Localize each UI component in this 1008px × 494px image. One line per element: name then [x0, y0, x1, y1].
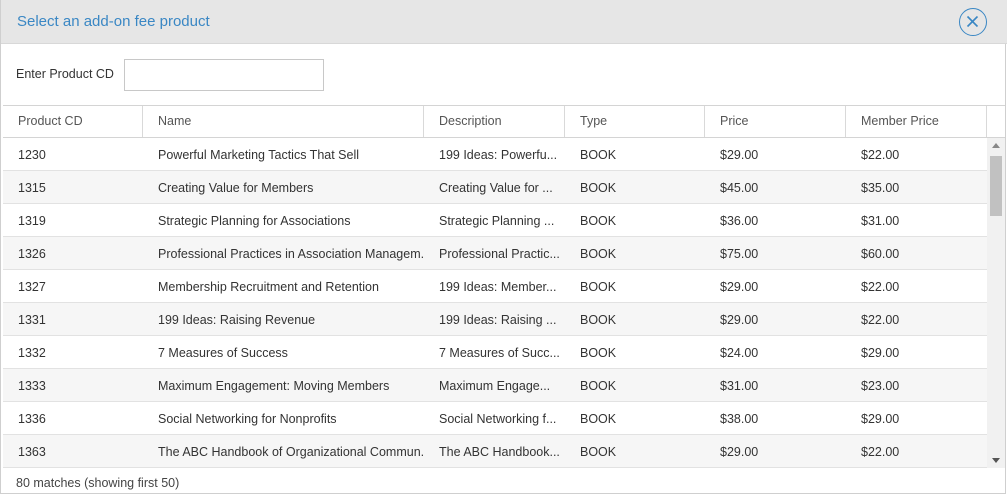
cell-member-price: $35.00 [861, 181, 900, 195]
header-col-product-cd[interactable]: Product CD [3, 106, 143, 137]
grid-header: Product CD Name Description Type Price Member… [3, 106, 1005, 138]
cell-product-cd: 1319 [18, 214, 46, 228]
cell-type: BOOK [580, 313, 617, 327]
table-row[interactable]: 1331 199 Ideas: Raising Revenue 199 Ideas:… [3, 303, 987, 336]
match-count-status: 80 matches (showing first 50) [16, 476, 180, 490]
table-row[interactable]: 1315 Creating Value for Members Creating V… [3, 171, 987, 204]
cell-name: The ABC Handbook of Organizational Commu… [158, 445, 424, 459]
table-row[interactable]: 1327 Membership Recruitment and Retention… [3, 270, 987, 303]
grid-scrollbar[interactable] [987, 138, 1005, 468]
close-button[interactable] [959, 8, 987, 36]
cell-type: BOOK [580, 445, 617, 459]
cell-member-price: $22.00 [861, 280, 900, 294]
cell-member-price: $60.00 [861, 247, 900, 261]
table-row[interactable]: 1230 Powerful Marketing Tactics That Sell… [3, 138, 987, 171]
cell-name: 199 Ideas: Raising Revenue [158, 313, 316, 327]
cell-description: 199 Ideas: Powerfu... [439, 148, 558, 162]
product-cd-label: Enter Product CD [16, 67, 114, 81]
header-col-price[interactable]: Price [705, 106, 846, 137]
cell-name: Professional Practices in Association Ma… [158, 247, 424, 261]
cell-type: BOOK [580, 214, 617, 228]
table-row[interactable]: 1326 Professional Practices in Associatio… [3, 237, 987, 270]
scroll-up-arrow-icon[interactable] [992, 143, 1000, 148]
header-col-type[interactable]: Type [565, 106, 705, 137]
cell-price: $45.00 [720, 181, 759, 195]
select-product-dialog: Select an add-on fee product Enter Produ… [0, 0, 1007, 494]
cell-member-price: $29.00 [861, 346, 900, 360]
cell-product-cd: 1327 [18, 280, 46, 294]
cell-description: Social Networking f... [439, 412, 557, 426]
product-cd-input[interactable] [124, 59, 324, 91]
cell-product-cd: 1363 [18, 445, 46, 459]
dialog-titlebar: Select an add-on fee product [1, 0, 1007, 44]
cell-type: BOOK [580, 379, 617, 393]
cell-price: $29.00 [720, 313, 759, 327]
cell-member-price: $22.00 [861, 313, 900, 327]
cell-product-cd: 1315 [18, 181, 46, 195]
table-row[interactable]: 1332 7 Measures of Success 7 Measures of S… [3, 336, 987, 369]
cell-name: 7 Measures of Success [158, 346, 288, 360]
cell-name: Maximum Engagement: Moving Members [158, 379, 390, 393]
cell-price: $75.00 [720, 247, 759, 261]
cell-price: $31.00 [720, 379, 759, 393]
cell-member-price: $22.00 [861, 445, 900, 459]
cell-description: Professional Practic... [439, 247, 560, 261]
table-row[interactable]: 1336 Social Networking for Nonprofits Soci… [3, 402, 987, 435]
cell-member-price: $29.00 [861, 412, 900, 426]
cell-name: Social Networking for Nonprofits [158, 412, 337, 426]
cell-description: Creating Value for ... [439, 181, 553, 195]
cell-type: BOOK [580, 148, 617, 162]
cell-member-price: $23.00 [861, 379, 900, 393]
cell-name: Membership Recruitment and Retention [158, 280, 379, 294]
dialog-title: Select an add-on fee product [17, 13, 210, 30]
scroll-thumb[interactable] [990, 156, 1002, 216]
header-col-member-price[interactable]: Member Price [846, 106, 987, 137]
cell-name: Creating Value for Members [158, 181, 314, 195]
close-icon [966, 15, 979, 28]
header-col-name[interactable]: Name [143, 106, 424, 137]
cell-member-price: $31.00 [861, 214, 900, 228]
cell-name: Powerful Marketing Tactics That Sell [158, 148, 360, 162]
scroll-down-arrow-icon[interactable] [992, 458, 1000, 463]
cell-price: $29.00 [720, 148, 759, 162]
cell-product-cd: 1230 [18, 148, 46, 162]
cell-description: The ABC Handbook... [439, 445, 560, 459]
cell-price: $36.00 [720, 214, 759, 228]
cell-description: 199 Ideas: Member... [439, 280, 557, 294]
cell-type: BOOK [580, 280, 617, 294]
grid-body: 1230 Powerful Marketing Tactics That Sell… [3, 138, 987, 468]
cell-price: $38.00 [720, 412, 759, 426]
cell-product-cd: 1331 [18, 313, 46, 327]
cell-product-cd: 1336 [18, 412, 46, 426]
cell-type: BOOK [580, 247, 617, 261]
table-row[interactable]: 1319 Strategic Planning for Associations S… [3, 204, 987, 237]
product-grid: Product CD Name Description Type Price Member… [3, 105, 1005, 468]
cell-description: 199 Ideas: Raising ... [439, 313, 557, 327]
cell-price: $24.00 [720, 346, 759, 360]
cell-description: Strategic Planning ... [439, 214, 555, 228]
cell-product-cd: 1326 [18, 247, 46, 261]
cell-member-price: $22.00 [861, 148, 900, 162]
cell-description: 7 Measures of Succ... [439, 346, 560, 360]
table-row[interactable]: 1363 The ABC Handbook of Organizational C… [3, 435, 987, 468]
cell-type: BOOK [580, 412, 617, 426]
header-col-description[interactable]: Description [424, 106, 565, 137]
cell-product-cd: 1333 [18, 379, 46, 393]
cell-product-cd: 1332 [18, 346, 46, 360]
cell-type: BOOK [580, 346, 617, 360]
cell-description: Maximum Engage... [439, 379, 551, 393]
table-row[interactable]: 1333 Maximum Engagement: Moving Members Ma… [3, 369, 987, 402]
cell-price: $29.00 [720, 445, 759, 459]
cell-name: Strategic Planning for Associations [158, 214, 351, 228]
cell-type: BOOK [580, 181, 617, 195]
cell-price: $29.00 [720, 280, 759, 294]
